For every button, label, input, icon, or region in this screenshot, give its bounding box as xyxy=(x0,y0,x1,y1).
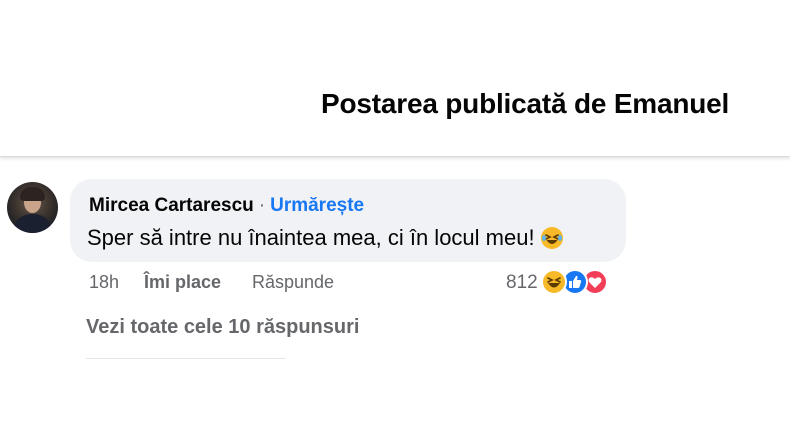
comment-text-content: Sper să intre nu înaintea mea, ci în loc… xyxy=(87,225,535,250)
comment-author[interactable]: Mircea Cartarescu xyxy=(89,195,254,216)
follow-button[interactable]: Urmărește xyxy=(270,195,364,216)
like-button[interactable]: Îmi place xyxy=(144,272,221,293)
comment-text: Sper să intre nu înaintea mea, ci în loc… xyxy=(87,225,563,251)
reaction-count: 812 xyxy=(506,272,538,293)
comment-author-line: Mircea Cartarescu · Urmărește xyxy=(89,195,364,217)
avatar[interactable] xyxy=(7,182,58,233)
view-all-replies-link[interactable]: Vezi toate cele 10 răspunsuri xyxy=(86,316,359,339)
reply-button[interactable]: Răspunde xyxy=(252,272,334,293)
laughing-crying-emoji-icon xyxy=(540,227,563,249)
comment-bubble: Mircea Cartarescu · Urmărește Sper să intr… xyxy=(70,179,626,262)
replies-divider xyxy=(86,358,286,359)
comment-timestamp[interactable]: 18h xyxy=(89,272,119,293)
haha-reaction-icon xyxy=(541,269,567,295)
post-header: Postarea publicată de Emanuel xyxy=(0,0,790,157)
page-title: Postarea publicată de Emanuel xyxy=(321,88,730,119)
separator-dot: · xyxy=(258,195,266,216)
